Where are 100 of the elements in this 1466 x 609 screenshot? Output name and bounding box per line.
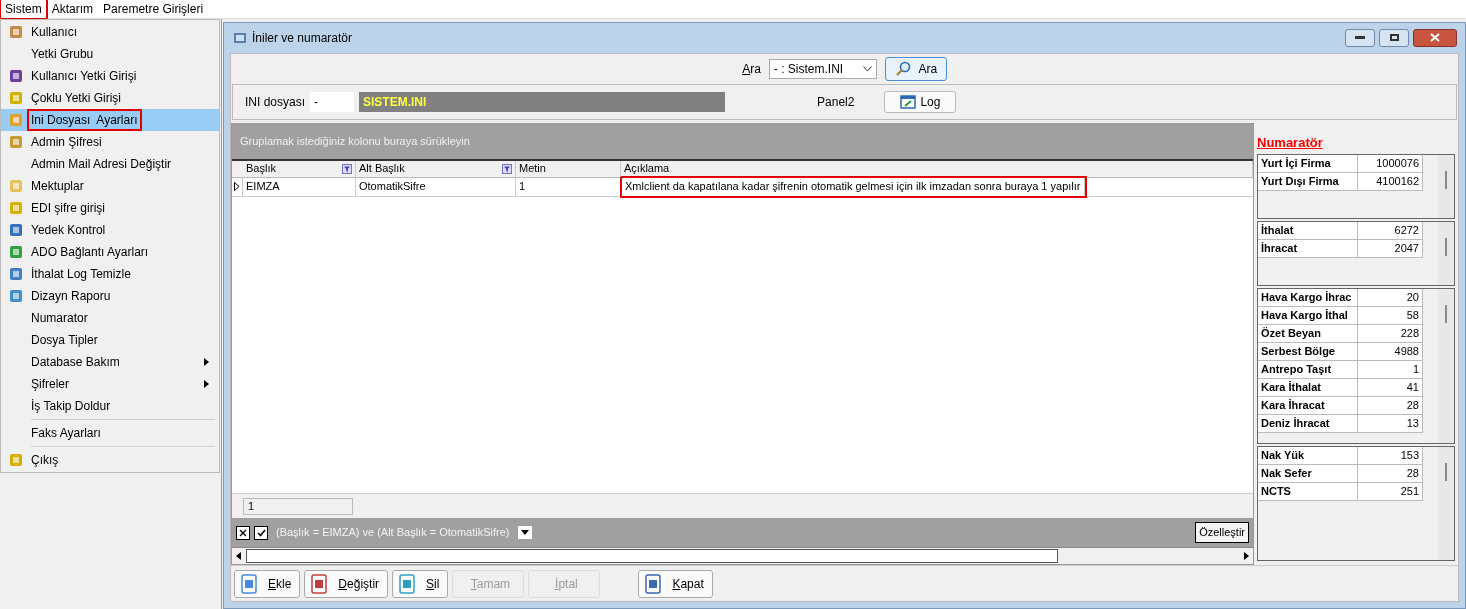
- ini-dropdown[interactable]: - : Sistem.INI: [768, 58, 877, 79]
- table-cell: EIMZA: [243, 177, 356, 196]
- row-indicator[interactable]: [232, 177, 243, 196]
- menu-item[interactable]: Admin Mail Adresi Değiştir: [1, 153, 219, 175]
- numerator-label: Nak Yük: [1258, 447, 1358, 464]
- menu-icon: [8, 452, 24, 468]
- search-label: Ara: [742, 60, 761, 78]
- menu-item[interactable]: Kullanıcı: [1, 21, 219, 43]
- close-button[interactable]: [1413, 28, 1457, 47]
- log-button[interactable]: Log: [884, 90, 957, 113]
- panel-label: Panel2: [817, 93, 855, 111]
- table-cell: 1: [516, 177, 621, 196]
- toolbar-button[interactable]: Kapat: [638, 569, 713, 598]
- menu-item[interactable]: Numarator: [1, 307, 219, 329]
- numerator-label: Yurt İçi Firma: [1258, 155, 1358, 172]
- window-title: İniler ve numaratör: [252, 29, 353, 47]
- filter-icon[interactable]: [342, 163, 352, 174]
- caret-icon: [520, 530, 529, 535]
- filter-dropdown[interactable]: [517, 526, 532, 539]
- menu-bar-item[interactable]: Paremetre Girişleri: [99, 0, 208, 18]
- menu-item[interactable]: Ini Dosyası Ayarları: [1, 109, 219, 131]
- search-button[interactable]: Ara: [884, 56, 947, 81]
- clear-filter-button[interactable]: [236, 525, 250, 540]
- menu-item[interactable]: Faks Ayarları: [1, 422, 219, 444]
- menu-icon: [8, 90, 24, 106]
- numerator-value: 1: [1358, 361, 1423, 378]
- menu-item[interactable]: Dosya Tipler: [1, 329, 219, 351]
- numerator-value: 228: [1358, 325, 1423, 342]
- menu-icon: [8, 222, 24, 238]
- numerator-value: 2047: [1358, 240, 1423, 257]
- vertical-scrollbar[interactable]: [1438, 155, 1454, 218]
- menu-item[interactable]: EDI şifre girişi: [1, 197, 219, 219]
- filter-checkbox[interactable]: [254, 525, 268, 540]
- menu-bar-item[interactable]: Sistem: [1, 0, 46, 18]
- chevron-down-icon: [862, 65, 872, 72]
- customize-button[interactable]: Özelleştir: [1195, 522, 1249, 543]
- numerator-value: 153: [1358, 447, 1423, 464]
- menu-item[interactable]: İş Takip Doldur: [1, 395, 219, 417]
- table-cell: OtomatikSifre: [356, 177, 516, 196]
- column-header[interactable]: Açıklama: [621, 160, 1253, 177]
- menu-item[interactable]: Çıkış: [1, 449, 219, 471]
- search-icon: [894, 60, 911, 77]
- menu-item[interactable]: Çoklu Yetki Girişi: [1, 87, 219, 109]
- menu-item[interactable]: Kullanıcı Yetki Girişi: [1, 65, 219, 87]
- numerator-label: Hava Kargo İhrac: [1258, 289, 1358, 306]
- menu-icon: [8, 112, 24, 128]
- numerator-label: Kara İhracat: [1258, 397, 1358, 414]
- menu-item[interactable]: İthalat Log Temizle: [1, 263, 219, 285]
- menu-item[interactable]: Admin Şifresi: [1, 131, 219, 153]
- numerator-label: Kara İthalat: [1258, 379, 1358, 396]
- horizontal-scrollbar[interactable]: [232, 547, 1253, 564]
- window-icon: [900, 94, 917, 109]
- vertical-scrollbar[interactable]: [1438, 447, 1454, 560]
- filter-text: (Başlık = EIMZA) ve (Alt Başlık = OtomatikSifre): [276, 525, 510, 541]
- check-icon: [256, 528, 266, 537]
- column-header[interactable]: Başlık: [243, 160, 356, 177]
- numerator-label: İhracat: [1258, 240, 1358, 257]
- numerator-value: 20: [1358, 289, 1423, 306]
- menu-item[interactable]: Şifreler: [1, 373, 219, 395]
- vertical-scrollbar[interactable]: [1438, 289, 1454, 443]
- numerator-label: Antrepo Taşıt: [1258, 361, 1358, 378]
- numerator-value: 6272: [1358, 222, 1423, 239]
- numerator-value: 4100162: [1358, 173, 1423, 190]
- page-icon: [238, 572, 260, 595]
- menu-bar-item[interactable]: Aktarım: [47, 0, 98, 18]
- restore-button[interactable]: [1379, 28, 1409, 47]
- numerator-value: 1000076: [1358, 155, 1423, 172]
- ini-file-field[interactable]: SISTEM.INI: [359, 91, 726, 112]
- menu-item[interactable]: Dizayn Raporu: [1, 285, 219, 307]
- menu-item[interactable]: ADO Bağlantı Ayarları: [1, 241, 219, 263]
- menu-item[interactable]: Database Bakım: [1, 351, 219, 373]
- toolbar-button[interactable]: Ekle: [234, 569, 301, 598]
- close-icon: [1430, 33, 1440, 43]
- menu-icon: [8, 244, 24, 260]
- numerator-value: 4988: [1358, 343, 1423, 360]
- footer-summary: 1: [243, 497, 353, 515]
- numerator-label: Serbest Bölge: [1258, 343, 1358, 360]
- numerator-label: NCTS: [1258, 483, 1358, 500]
- numerator-value: 251: [1358, 483, 1423, 500]
- column-header[interactable]: Alt Başlık: [356, 160, 516, 177]
- ini-code-field[interactable]: -: [310, 91, 355, 112]
- numerator-label: İthalat: [1258, 222, 1358, 239]
- vertical-scrollbar[interactable]: [1438, 222, 1454, 285]
- numerator-value: 28: [1358, 465, 1423, 482]
- minimize-button[interactable]: [1345, 28, 1375, 47]
- menu-item[interactable]: Mektuplar: [1, 175, 219, 197]
- numerator-value: 41: [1358, 379, 1423, 396]
- menu-icon: [8, 200, 24, 216]
- submenu-arrow-icon: [204, 358, 209, 366]
- numerator-value: 28: [1358, 397, 1423, 414]
- menu-item[interactable]: Yedek Kontrol: [1, 219, 219, 241]
- numerator-label: Hava Kargo İthal: [1258, 307, 1358, 324]
- filter-icon[interactable]: [502, 163, 512, 174]
- toolbar-button[interactable]: Değiştir: [304, 569, 389, 598]
- close-icon: [239, 528, 247, 537]
- toolbar-button[interactable]: Sil: [392, 569, 449, 598]
- numerator-value: 58: [1358, 307, 1423, 324]
- menu-item[interactable]: Yetki Grubu: [1, 43, 219, 65]
- numerator-title: Numaratör: [1257, 133, 1324, 152]
- column-header[interactable]: Metin: [516, 160, 621, 177]
